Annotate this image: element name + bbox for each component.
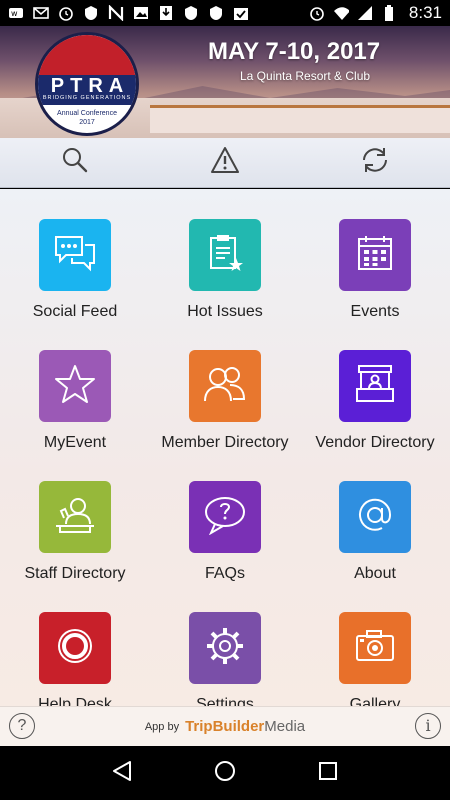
gear-icon xyxy=(203,624,247,673)
tile-faqs[interactable]: FAQs xyxy=(150,481,300,583)
tile-label: Events xyxy=(350,303,400,320)
tile-label: Member Directory xyxy=(161,434,289,451)
tile-settings[interactable]: Settings xyxy=(150,612,300,706)
alerts-button[interactable] xyxy=(205,143,245,183)
tile-label: FAQs xyxy=(204,565,245,582)
people-icon xyxy=(202,364,248,409)
vpn-icon xyxy=(83,5,99,21)
navigation-bar xyxy=(0,746,450,800)
at-sign-icon xyxy=(353,493,397,542)
status-bar: w 8:31 xyxy=(0,0,450,26)
footer: ? App by TripBuilder Media i xyxy=(0,706,450,746)
tile-label: Hot Issues xyxy=(187,303,263,320)
image-icon xyxy=(133,5,149,21)
signal-icon xyxy=(357,5,373,21)
system-icons: 8:31 xyxy=(309,3,442,23)
tile-label: Social Feed xyxy=(32,303,118,320)
conference-banner: PTRA BRIDGING GENERATIONS Annual Confere… xyxy=(0,26,450,138)
refresh-icon xyxy=(360,146,390,179)
clipboard-star-icon xyxy=(205,232,245,279)
notification-icons: w xyxy=(8,5,249,21)
tile-about[interactable]: About xyxy=(300,481,450,583)
credit-brand-suffix[interactable]: Media xyxy=(264,718,305,735)
menu-grid: Social Feed Hot Issues Events MyEvent Me… xyxy=(0,219,450,706)
tile-member-directory[interactable]: Member Directory xyxy=(150,350,300,452)
conference-logo: PTRA BRIDGING GENERATIONS Annual Confere… xyxy=(35,32,139,136)
credit-prefix: App by xyxy=(144,720,180,733)
tile-vendor-directory[interactable]: Vendor Directory xyxy=(300,350,450,452)
download-icon xyxy=(158,5,174,21)
logo-tagline: BRIDGING GENERATIONS xyxy=(42,95,132,101)
tile-label: Vendor Directory xyxy=(315,434,435,451)
tile-events[interactable]: Events xyxy=(300,219,450,321)
clock: 8:31 xyxy=(408,3,442,22)
credit-brand[interactable]: TripBuilder xyxy=(185,718,264,735)
tile-label: Staff Directory xyxy=(24,565,126,582)
sync-button[interactable] xyxy=(355,143,395,183)
lifebuoy-icon xyxy=(53,624,97,673)
alarm-icon xyxy=(309,5,325,21)
tile-label: MyEvent xyxy=(43,434,107,451)
search-button[interactable] xyxy=(55,143,95,183)
n-icon xyxy=(108,5,124,21)
wp-icon: w xyxy=(8,5,24,21)
conference-venue: La Quinta Resort & Club xyxy=(240,69,371,83)
alarm-icon xyxy=(58,5,74,21)
gmail-icon xyxy=(33,5,49,21)
warning-icon xyxy=(211,146,239,179)
toolbar xyxy=(0,138,450,188)
back-icon xyxy=(112,760,132,787)
wifi-icon xyxy=(333,5,349,21)
help-button[interactable]: ? xyxy=(9,713,35,739)
tile-staff-directory[interactable]: Staff Directory xyxy=(0,481,150,583)
conference-date: MAY 7-10, 2017 xyxy=(208,38,381,65)
tile-myevent[interactable]: MyEvent xyxy=(0,350,150,452)
tile-social-feed[interactable]: Social Feed xyxy=(0,219,150,321)
vpn-icon xyxy=(208,5,224,21)
home-button[interactable] xyxy=(205,753,245,793)
tile-help-desk[interactable]: Help Desk xyxy=(0,612,150,706)
menu-area: Social Feed Hot Issues Events MyEvent Me… xyxy=(0,189,450,706)
booth-icon xyxy=(353,363,397,410)
tile-label: Settings xyxy=(196,696,254,706)
question-bubble-icon xyxy=(203,495,247,540)
info-button[interactable]: i xyxy=(415,713,441,739)
banner-building xyxy=(150,105,450,133)
back-button[interactable] xyxy=(102,753,142,793)
battery-icon xyxy=(381,5,397,21)
chat-bubbles-icon xyxy=(52,233,98,278)
staff-desk-icon xyxy=(52,494,98,541)
star-icon xyxy=(54,363,96,410)
tile-hot-issues[interactable]: Hot Issues xyxy=(150,219,300,321)
tile-label: About xyxy=(354,565,396,582)
checklist-icon xyxy=(233,5,249,21)
tile-label: Gallery xyxy=(349,696,401,706)
tile-gallery[interactable]: Gallery xyxy=(300,612,450,706)
svg-text:w: w xyxy=(11,9,18,18)
home-icon xyxy=(214,760,236,787)
vpn-icon xyxy=(183,5,199,21)
tile-label: Help Desk xyxy=(38,696,112,706)
logo-subtitle: Annual Conference 2017 xyxy=(57,110,117,126)
recents-icon xyxy=(318,761,338,786)
recents-button[interactable] xyxy=(308,753,348,793)
search-icon xyxy=(61,146,89,179)
camera-icon xyxy=(353,626,397,671)
calendar-icon xyxy=(355,233,395,278)
